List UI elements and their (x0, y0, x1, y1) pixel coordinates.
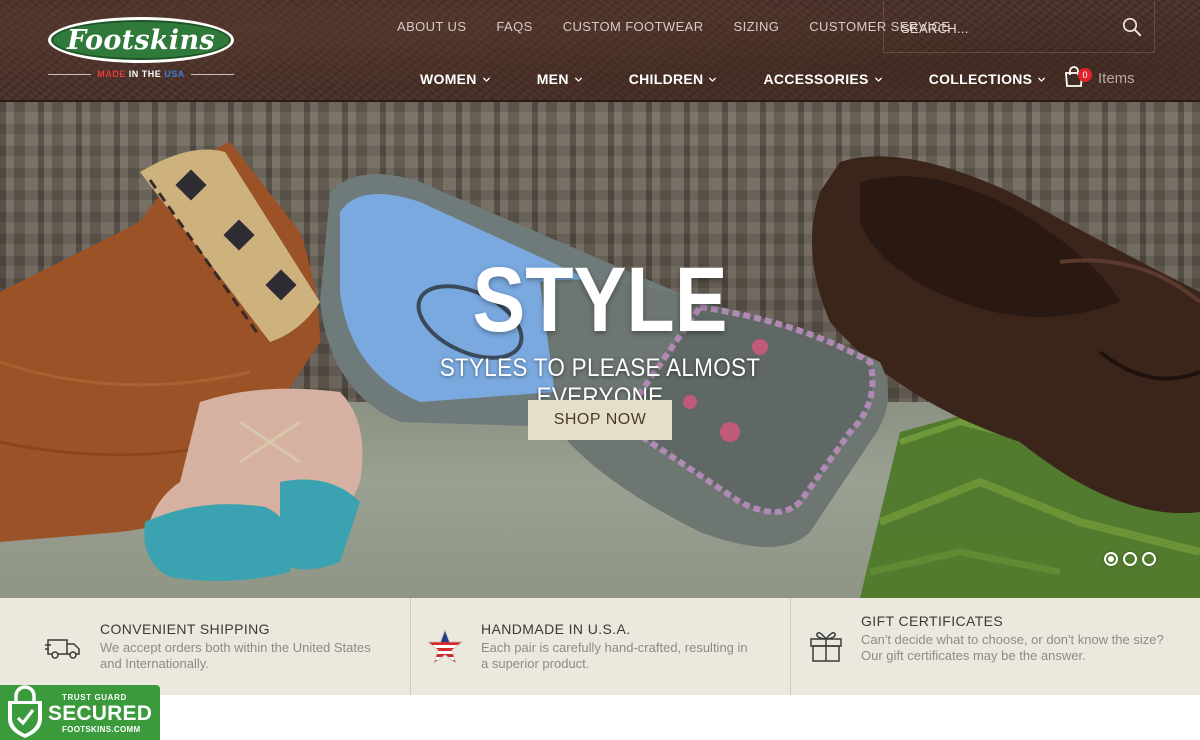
site-header: Footskins MADE IN THE USA ABOUT US FAQS … (0, 0, 1200, 102)
top-utility-nav: ABOUT US FAQS CUSTOM FOOTWEAR SIZING CUS… (397, 19, 950, 37)
chevron-down-icon (1038, 76, 1046, 82)
hero-slider: STYLE STYLES TO PLEASE ALMOST EVERYONE S… (0, 102, 1200, 598)
slider-dot-3[interactable] (1142, 552, 1156, 566)
slider-pagination (1104, 552, 1156, 566)
nav-link-about-us[interactable]: ABOUT US (397, 19, 466, 37)
feature-shipping-text: We accept orders both within the United … (100, 640, 371, 671)
feature-shipping: CONVENIENT SHIPPING We accept orders bot… (0, 598, 410, 695)
trust-badge-domain: FOOTSKINS.COMM (62, 725, 141, 734)
logo-tagline-usa: USA (164, 69, 185, 79)
feature-gift-title: GIFT CERTIFICATES (861, 613, 1004, 629)
main-category-nav: WOMEN MEN CHILDREN ACCESSORIES COLLECTIO… (420, 69, 1092, 89)
slider-dot-2[interactable] (1123, 552, 1137, 566)
trust-badge-secured: SECURED (48, 702, 153, 725)
feature-handmade: HANDMADE IN U.S.A. Each pair is carefull… (410, 598, 790, 695)
slider-dot-1[interactable] (1104, 552, 1118, 566)
nav-menu-women[interactable]: WOMEN (420, 69, 491, 89)
feature-handmade-text: Each pair is carefully hand-crafted, res… (481, 640, 748, 671)
hero-title: STYLE (472, 249, 728, 351)
nav-menu-collections[interactable]: COLLECTIONS (929, 69, 1047, 89)
delivery-truck-icon (45, 639, 80, 659)
nav-link-faqs[interactable]: FAQS (496, 19, 532, 37)
search-icon[interactable] (1122, 17, 1142, 37)
nav-menu-collections-label: COLLECTIONS (928, 71, 1033, 87)
trust-guard-badge[interactable]: TRUST GUARD SECURED FOOTSKINS.COMM (0, 685, 160, 740)
gift-box-icon (810, 632, 842, 662)
shop-now-button[interactable]: SHOP NOW (528, 400, 672, 440)
chevron-down-icon (574, 76, 582, 82)
feature-gift: GIFT CERTIFICATES Can't decide what to c… (790, 598, 1200, 695)
nav-menu-women-label: WOMEN (420, 71, 477, 87)
chevron-down-icon (709, 76, 717, 82)
nav-menu-accessories-label: ACCESSORIES (763, 71, 869, 87)
cart-button[interactable]: 0 Items (1064, 66, 1144, 92)
nav-menu-men-label: MEN (536, 71, 569, 87)
nav-menu-men[interactable]: MEN (537, 69, 583, 89)
logo-oval: Footskins (48, 17, 234, 63)
nav-menu-children[interactable]: CHILDREN (629, 69, 718, 89)
cart-count-badge: 0 (1078, 68, 1092, 82)
chevron-down-icon (874, 76, 882, 82)
trust-badge-brand: TRUST GUARD (62, 693, 127, 702)
cart-items-label: Items (1098, 70, 1135, 87)
chevron-down-icon (482, 76, 490, 82)
nav-menu-accessories[interactable]: ACCESSORIES (763, 69, 882, 89)
nav-link-sizing[interactable]: SIZING (734, 19, 780, 37)
american-flag-star-icon (426, 628, 464, 665)
logo-tagline: MADE IN THE USA (48, 68, 234, 80)
feature-handmade-title: HANDMADE IN U.S.A. (481, 621, 631, 637)
logo-tagline-in-the: IN THE (128, 69, 162, 79)
search-input[interactable] (901, 18, 1111, 38)
logo-brand-text: Footskins (67, 24, 215, 56)
search-box (883, 1, 1155, 53)
nav-menu-children-label: CHILDREN (628, 71, 704, 87)
nav-link-custom-footwear[interactable]: CUSTOM FOOTWEAR (563, 19, 704, 37)
feature-shipping-title: CONVENIENT SHIPPING (100, 621, 270, 637)
footskins-logo[interactable]: Footskins MADE IN THE USA (48, 17, 234, 83)
feature-gift-text: Can't decide what to choose, or don't kn… (861, 632, 1164, 663)
features-strip: CONVENIENT SHIPPING We accept orders bot… (0, 598, 1200, 695)
shield-lock-icon (8, 685, 42, 738)
logo-tagline-made: MADE (97, 69, 126, 79)
